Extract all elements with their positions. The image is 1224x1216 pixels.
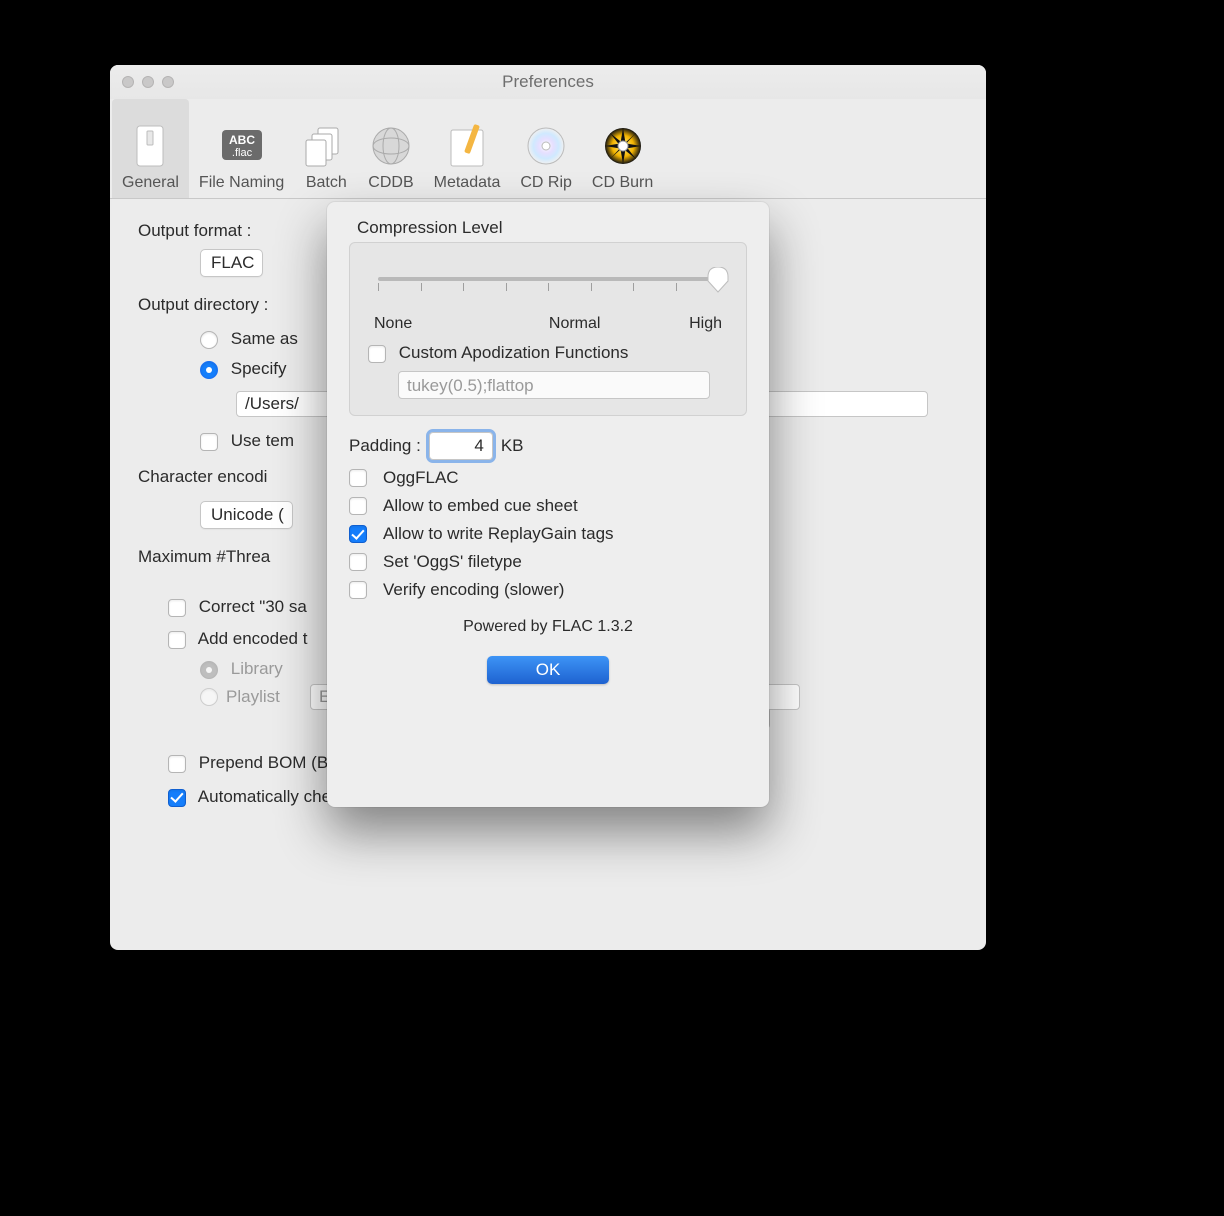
tab-general[interactable]: General — [112, 99, 189, 198]
radio-playlist — [200, 688, 218, 706]
output-format-select[interactable]: FLAC — [200, 249, 263, 277]
ok-button[interactable]: OK — [487, 656, 609, 684]
padding-input[interactable]: 4 — [429, 432, 493, 460]
toolbar: General ABC.flac File Naming Batch CDDB … — [110, 99, 986, 199]
verify-label: Verify encoding (slower) — [383, 580, 564, 600]
check-oggs-filetype[interactable] — [349, 553, 367, 571]
radio-playlist-label: Playlist — [226, 687, 280, 707]
check-auto-update[interactable] — [168, 789, 186, 807]
radio-specify-label: Specify — [231, 359, 287, 378]
compression-label: Compression Level — [357, 218, 503, 237]
check-replaygain[interactable] — [349, 525, 367, 543]
compression-group: Compression Level None Normal High Custo… — [349, 218, 747, 416]
tab-cd-burn[interactable]: CD Burn — [582, 99, 663, 198]
check-use-temp[interactable] — [200, 433, 218, 451]
padding-label: Padding : — [349, 436, 421, 456]
check-apodization[interactable] — [368, 345, 386, 363]
window-title: Preferences — [110, 72, 986, 92]
embed-cue-label: Allow to embed cue sheet — [383, 496, 578, 516]
check-correct-30[interactable] — [168, 599, 186, 617]
radio-library — [200, 661, 218, 679]
svg-text:.flac: .flac — [232, 147, 253, 159]
tab-cd-rip[interactable]: CD Rip — [510, 99, 582, 198]
correct-30-label: Correct "30 sa — [199, 597, 307, 616]
check-prepend-bom[interactable] — [168, 755, 186, 773]
tab-label: CD Rip — [520, 174, 572, 192]
batch-icon — [304, 124, 348, 168]
tab-label: Metadata — [434, 174, 501, 192]
use-temp-label: Use tem — [231, 431, 294, 450]
tab-metadata[interactable]: Metadata — [424, 99, 511, 198]
check-embed-cue[interactable] — [349, 497, 367, 515]
output-directory-label: Output directory : — [138, 295, 268, 315]
select-value: FLAC — [211, 253, 254, 273]
titlebar: Preferences — [110, 65, 986, 99]
tab-label: File Naming — [199, 174, 284, 192]
radio-same-as-label: Same as — [231, 329, 298, 348]
check-add-encoded[interactable] — [168, 631, 186, 649]
tab-label: CD Burn — [592, 174, 653, 192]
svg-text:ABC: ABC — [229, 133, 255, 147]
tab-file-naming[interactable]: ABC.flac File Naming — [189, 99, 294, 198]
oggflac-label: OggFLAC — [383, 468, 459, 488]
slider-thumb-icon[interactable] — [707, 267, 729, 291]
tab-cddb[interactable]: CDDB — [358, 99, 423, 198]
padding-value: 4 — [474, 436, 483, 456]
radio-same-as[interactable] — [200, 331, 218, 349]
check-verify[interactable] — [349, 581, 367, 599]
radio-specify[interactable] — [200, 361, 218, 379]
compression-slider[interactable] — [378, 269, 718, 309]
replaygain-label: Allow to write ReplayGain tags — [383, 524, 614, 544]
check-oggflac[interactable] — [349, 469, 367, 487]
char-encoding-select[interactable]: Unicode ( — [200, 501, 293, 529]
apodization-value: tukey(0.5);flattop — [407, 376, 534, 395]
file-naming-icon: ABC.flac — [220, 124, 264, 168]
powered-by-label: Powered by FLAC 1.3.2 — [349, 618, 747, 636]
cddb-icon — [369, 124, 413, 168]
cd-burn-icon — [601, 124, 645, 168]
padding-unit: KB — [501, 436, 524, 456]
radio-library-label: Library — [231, 659, 283, 678]
path-value: /Users/ — [245, 394, 299, 414]
flac-options-sheet: Compression Level None Normal High Custo… — [327, 202, 769, 807]
apodization-label: Custom Apodization Functions — [399, 343, 629, 362]
oggs-label: Set 'OggS' filetype — [383, 552, 522, 572]
cd-rip-icon — [524, 124, 568, 168]
slider-label-none: None — [374, 315, 412, 333]
tab-label: CDDB — [368, 174, 413, 192]
select-value: Unicode ( — [211, 505, 284, 525]
slider-label-high: High — [689, 315, 722, 333]
tab-batch[interactable]: Batch — [294, 99, 358, 198]
slider-label-normal: Normal — [549, 315, 601, 333]
output-format-label: Output format : — [138, 221, 251, 241]
add-encoded-label: Add encoded t — [198, 629, 308, 648]
metadata-icon — [445, 124, 489, 168]
max-threads-label: Maximum #Threa — [138, 547, 270, 567]
char-encoding-label: Character encodi — [138, 467, 267, 487]
general-icon — [128, 124, 172, 168]
tab-label: Batch — [306, 174, 347, 192]
apodization-input[interactable]: tukey(0.5);flattop — [398, 371, 710, 399]
tab-label: General — [122, 174, 179, 192]
